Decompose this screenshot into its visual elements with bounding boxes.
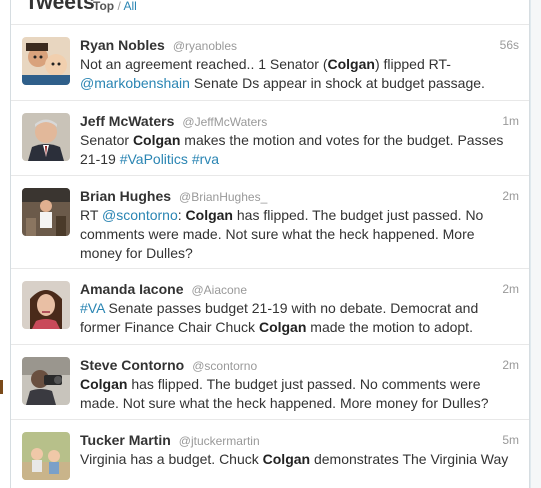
tweet-author-name[interactable]: Amanda Iacone: [80, 281, 183, 297]
tweets-filter: Top / All: [93, 0, 137, 13]
tweet-author-handle[interactable]: @Aiacone: [191, 283, 247, 297]
highlight-term: Colgan: [258, 319, 307, 335]
tweet-author-handle[interactable]: @ryanobles: [173, 39, 237, 53]
tweet-text: RT @scontorno: Colgan has flipped. The b…: [80, 206, 520, 263]
avatar[interactable]: [22, 37, 70, 85]
tweets-title: Tweets: [25, 0, 95, 14]
tweet-text-segment: demonstrates The Virginia Way: [310, 451, 509, 467]
tweet-author-handle[interactable]: @jtuckermartin: [179, 434, 260, 448]
tweet-timestamp[interactable]: 2m: [502, 282, 519, 296]
tweet-author-handle[interactable]: @JeffMcWaters: [182, 115, 267, 129]
right-page-edge: [531, 0, 541, 488]
tweet-text-segment: made the motion to adopt.: [306, 319, 473, 335]
tweet-text-segment: Senator: [80, 132, 133, 148]
tweets-panel: Tweets Top / All Ryan Nobles @ryanobles 5…: [10, 0, 530, 488]
highlight-term: Colgan: [80, 376, 128, 392]
tweet-author[interactable]: Brian Hughes @BrianHughes_: [80, 188, 267, 204]
tweet-text-segment: ) flipped RT-: [374, 56, 451, 72]
tweet-text-segment: Not an agreement reached.. 1 Senator (: [80, 56, 328, 72]
tweet-text: #VA Senate passes budget 21-19 with no d…: [80, 299, 520, 337]
tweet-text: Virginia has a budget. Chuck Colgan demo…: [80, 450, 520, 469]
tweet-author-name[interactable]: Ryan Nobles: [80, 37, 165, 53]
tweets-header: Tweets Top / All: [11, 0, 529, 25]
tweet-text: Not an agreement reached.. 1 Senator (Co…: [80, 55, 520, 93]
mention-link[interactable]: @markobenshain: [80, 75, 190, 91]
tweet-author[interactable]: Steve Contorno @scontorno: [80, 357, 257, 373]
mention-link[interactable]: @scontorno: [102, 207, 178, 223]
tweet-text-segment: Virginia has a budget. Chuck: [80, 451, 263, 467]
tweet-author[interactable]: Jeff McWaters @JeffMcWaters: [80, 113, 267, 129]
avatar[interactable]: [22, 113, 70, 161]
tweet-author-name[interactable]: Brian Hughes: [80, 188, 171, 204]
hashtag-link[interactable]: #VaPolitics: [120, 151, 188, 167]
tweet-item[interactable]: Brian Hughes @BrianHughes_ 2m RT @scontor…: [11, 176, 529, 269]
tweet-author-handle[interactable]: @scontorno: [192, 359, 257, 373]
hashtag-link[interactable]: #VA: [80, 300, 105, 316]
tweet-timestamp[interactable]: 5m: [502, 433, 519, 447]
avatar[interactable]: [22, 357, 70, 405]
tweet-text-segment: Senate Ds appear in shock at budget pass…: [189, 75, 485, 91]
tweet-text: Colgan has flipped. The budget just pass…: [80, 375, 520, 413]
tweet-item[interactable]: Ryan Nobles @ryanobles 56s Not an agreeme…: [11, 25, 529, 101]
tweet-author-handle[interactable]: @BrianHughes_: [179, 190, 267, 204]
tweet-author[interactable]: Amanda Iacone @Aiacone: [80, 281, 247, 297]
avatar[interactable]: [22, 281, 70, 329]
tweet-item[interactable]: Tucker Martin @jtuckermartin 5m Virginia …: [11, 420, 529, 488]
tweet-author-name[interactable]: Steve Contorno: [80, 357, 184, 373]
tweet-author[interactable]: Ryan Nobles @ryanobles: [80, 37, 237, 53]
highlight-term: Colgan: [132, 132, 181, 148]
highlight-term: Colgan: [185, 207, 233, 223]
tweet-author-name[interactable]: Jeff McWaters: [80, 113, 174, 129]
tweet-text-segment: has flipped. The budget just passed. No …: [80, 376, 489, 411]
tweet-timestamp[interactable]: 2m: [502, 189, 519, 203]
filter-all-link[interactable]: All: [123, 0, 136, 13]
avatar[interactable]: [22, 432, 70, 480]
filter-top-link[interactable]: Top: [93, 0, 114, 13]
tweet-text-segment: RT: [80, 207, 103, 223]
tweet-timestamp[interactable]: 1m: [502, 114, 519, 128]
left-page-edge: [0, 0, 10, 488]
tweet-item[interactable]: Jeff McWaters @JeffMcWaters 1m Senator Co…: [11, 101, 529, 176]
tweet-timestamp[interactable]: 56s: [500, 38, 519, 52]
tweet-text: Senator Colgan makes the motion and vote…: [80, 131, 520, 169]
tweet-timestamp[interactable]: 2m: [502, 358, 519, 372]
highlight-term: Colgan: [327, 56, 375, 72]
tweet-item[interactable]: Steve Contorno @scontorno 2m Colgan has f…: [11, 345, 529, 420]
avatar[interactable]: [22, 188, 70, 236]
tweet-text-segment: :: [177, 207, 186, 223]
tweet-author-name[interactable]: Tucker Martin: [80, 432, 171, 448]
hashtag-link[interactable]: #rva: [192, 151, 219, 167]
left-edge-mark: [0, 380, 3, 394]
tweet-author[interactable]: Tucker Martin @jtuckermartin: [80, 432, 260, 448]
highlight-term: Colgan: [262, 451, 311, 467]
tweet-item[interactable]: Amanda Iacone @Aiacone 2m #VA Senate pass…: [11, 269, 529, 345]
